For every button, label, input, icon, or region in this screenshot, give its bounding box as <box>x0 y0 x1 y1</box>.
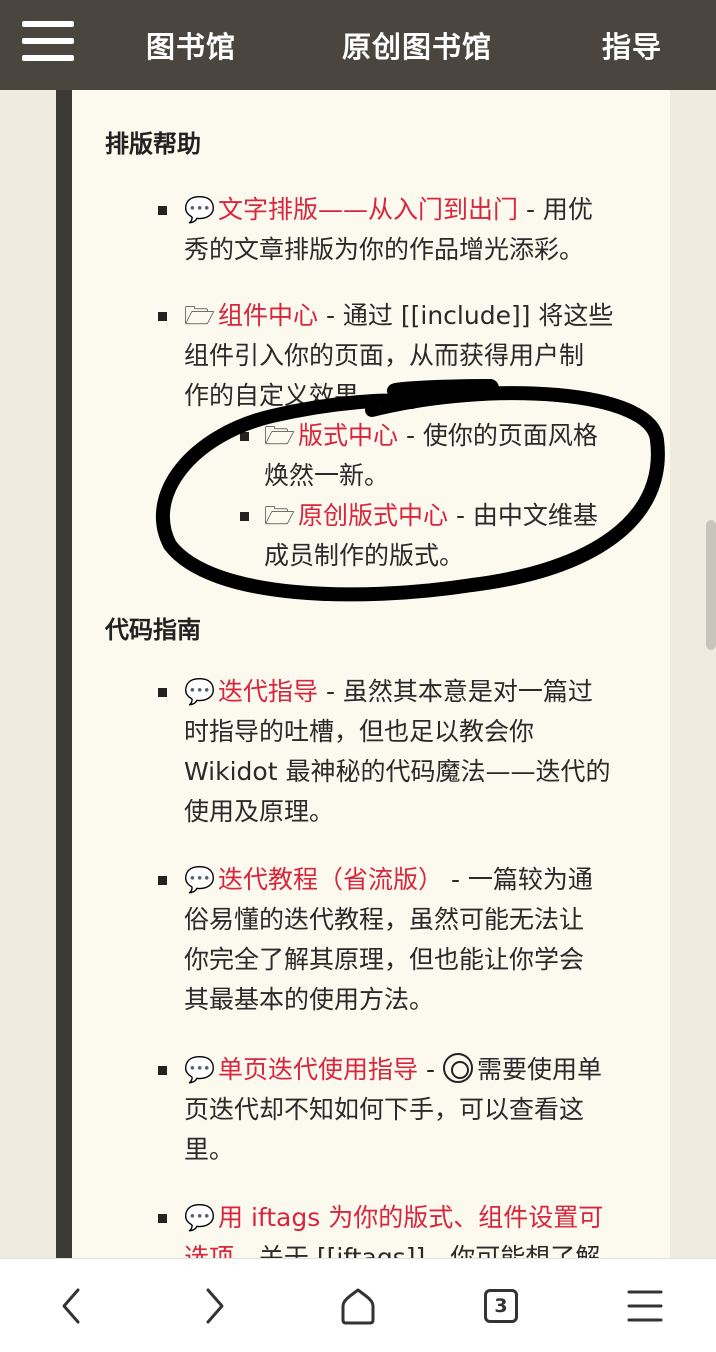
nav-guide[interactable]: 指导 <box>602 24 662 66</box>
tab-count: 3 <box>484 1289 518 1323</box>
list-item: 💬 用 iftags 为你的版式、组件设置可 选项 - 关于 [[iftags]]… <box>158 1198 654 1260</box>
list-item: 💬 迭代教程（省流版） - 一篇较为通 俗易懂的迭代教程，虽然可能无法让 你完全了… <box>158 860 654 1020</box>
bullet <box>158 1214 167 1223</box>
list-item: 🗁 原创版式中心 - 由中文维基 成员制作的版式。 <box>240 496 664 576</box>
speech-bubble-icon: 💬 <box>184 1203 216 1232</box>
link-iteration-guide[interactable]: 迭代指导 <box>218 677 318 706</box>
speech-bubble-icon: 💬 <box>184 1055 216 1084</box>
list-item: 🗁 组件中心 - 通过 [[include]] 将这些 组件引入你的页面，从而获得… <box>158 296 654 416</box>
section-title-code: 代码指南 <box>105 616 201 644</box>
browser-bottom-bar: 3 <box>0 1258 716 1352</box>
bullet <box>158 688 167 697</box>
list-item: 🗁 版式中心 - 使你的页面风格 焕然一新。 <box>240 416 664 496</box>
list-item: 💬 文字排版——从入门到出门 - 用优 秀的文章排版为你的作品增光添彩。 <box>158 190 654 270</box>
forward-button[interactable] <box>190 1281 240 1331</box>
link-iteration-tutorial[interactable]: 迭代教程（省流版） <box>218 865 443 894</box>
back-button[interactable] <box>46 1281 96 1331</box>
home-button[interactable] <box>333 1281 383 1331</box>
link-text-typesetting[interactable]: 文字排版——从入门到出门 <box>218 195 518 224</box>
chevron-right-icon <box>206 1288 224 1324</box>
nav-original-library[interactable]: 原创图书馆 <box>342 24 492 66</box>
folder-icon: 🗁 <box>184 301 216 330</box>
hamburger-menu-icon[interactable] <box>22 21 74 61</box>
menu-icon <box>627 1290 663 1322</box>
speech-bubble-icon: 💬 <box>184 865 216 894</box>
bullet <box>158 312 167 321</box>
scp-logo-icon <box>442 1053 473 1083</box>
bullet <box>240 512 249 521</box>
bullet <box>158 876 167 885</box>
speech-bubble-icon: 💬 <box>184 195 216 224</box>
speech-bubble-icon: 💬 <box>184 677 216 706</box>
list-item: 💬 迭代指导 - 虽然其本意是对一篇过 时指导的吐槽，但也足以教会你 Wikido… <box>158 672 654 832</box>
link-component-center[interactable]: 组件中心 <box>218 301 318 330</box>
link-theme-center[interactable]: 版式中心 <box>298 421 398 450</box>
top-nav-bar: 图书馆 原创图书馆 指导 <box>0 0 716 90</box>
menu-button[interactable] <box>620 1281 670 1331</box>
section-title-layout: 排版帮助 <box>105 130 201 158</box>
page-content: 排版帮助 💬 文字排版——从入门到出门 - 用优 秀的文章排版为你的作品增光添彩。… <box>72 90 670 1260</box>
link-original-theme-center[interactable]: 原创版式中心 <box>298 501 448 530</box>
tabs-button[interactable]: 3 <box>476 1281 526 1331</box>
link-iftags[interactable]: 用 iftags 为你的版式、组件设置可 <box>218 1203 603 1232</box>
list-item: 💬 单页迭代使用指导 - 需要使用单 页迭代却不知如何下手，可以查看这 里。 <box>158 1050 654 1170</box>
bullet <box>158 206 167 215</box>
bullet <box>158 1066 167 1075</box>
chevron-left-icon <box>62 1288 80 1324</box>
home-icon <box>341 1288 375 1325</box>
bullet <box>240 432 249 441</box>
link-single-page-iteration[interactable]: 单页迭代使用指导 <box>218 1055 418 1084</box>
nav-library[interactable]: 图书馆 <box>146 24 236 66</box>
scrollbar[interactable] <box>706 520 716 650</box>
folder-icon: 🗁 <box>264 501 296 530</box>
folder-icon: 🗁 <box>264 421 296 450</box>
